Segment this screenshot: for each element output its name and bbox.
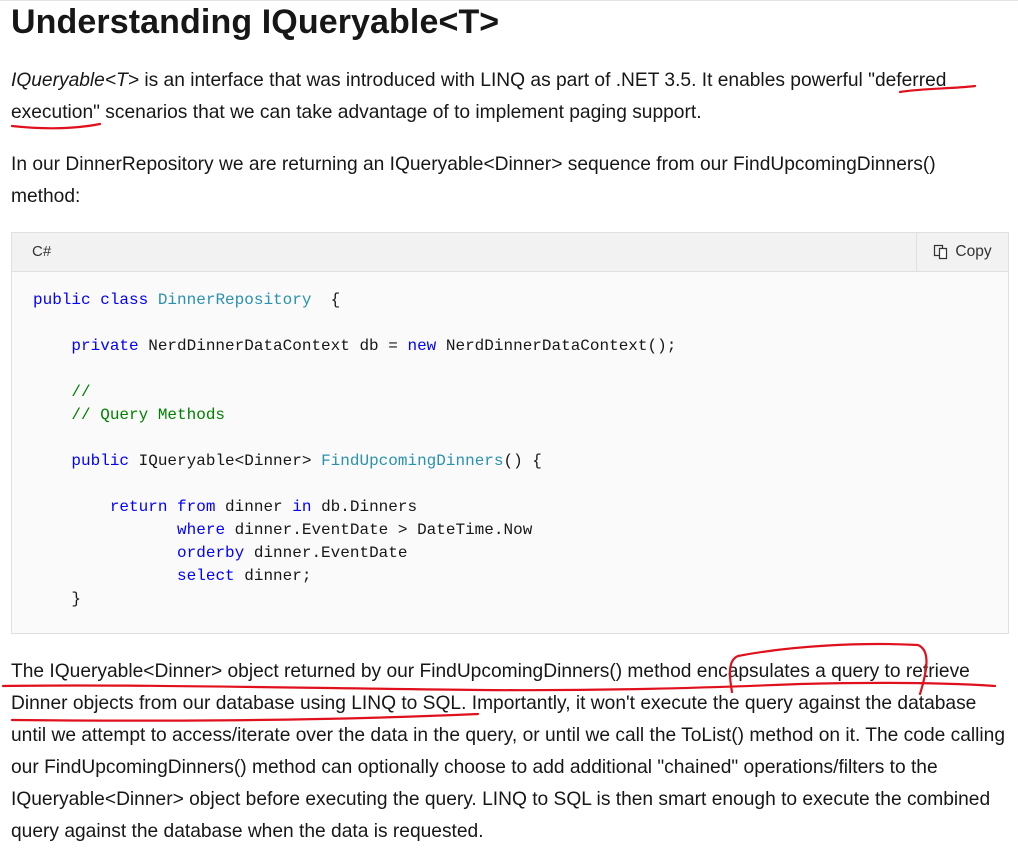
code-type: FindUpcomingDinners xyxy=(321,452,504,470)
code-header: C# Copy xyxy=(12,233,1008,272)
code-comment: // Query Methods xyxy=(71,406,226,424)
repository-paragraph: In our DinnerRepository we are returning… xyxy=(11,154,936,207)
top-divider xyxy=(0,0,1018,1)
code-line: orderby dinner.EventDate xyxy=(33,544,407,562)
copy-icon xyxy=(934,244,948,260)
code-text: NerdDinnerDataContext(); xyxy=(445,337,677,355)
code-text: dinner.EventDate > DateTime.Now xyxy=(234,521,533,539)
code-comment: // xyxy=(71,383,91,401)
code-keyword: in xyxy=(292,498,322,516)
code-keyword: public class xyxy=(33,291,158,309)
code-language-label: C# xyxy=(32,243,52,260)
explanation-part-4: Importantly, it won't execute the query … xyxy=(11,693,1006,842)
code-type: DinnerRepository xyxy=(157,291,312,309)
code-line: // xyxy=(33,383,91,401)
article-page: Understanding IQueryable<T> IQueryable<T… xyxy=(0,0,1018,861)
code-keyword: return from xyxy=(109,498,226,516)
code-line: return from dinner in db.Dinners xyxy=(33,498,417,516)
copy-label: Copy xyxy=(955,243,992,260)
explanation-part-1: The IQueryable<Dinner> object returned b… xyxy=(11,661,697,682)
code-line: public class DinnerRepository { xyxy=(33,291,340,309)
code-text: { xyxy=(311,291,341,309)
code-text: IQueryable<Dinner> xyxy=(138,452,322,470)
code-text: NerdDinnerDataContext db = xyxy=(148,337,408,355)
code-line: private NerdDinnerDataContext db = new N… xyxy=(33,337,676,355)
code-text: dinner.EventDate xyxy=(253,544,408,562)
code-line: where dinner.EventDate > DateTime.Now xyxy=(33,521,532,539)
code-line: // Query Methods xyxy=(33,406,225,424)
code-keyword: select xyxy=(177,567,245,585)
code-keyword: where xyxy=(177,521,235,539)
code-text: } xyxy=(33,590,82,608)
explanation-paragraph: The IQueryable<Dinner> object returned b… xyxy=(11,656,1015,848)
code-line: } xyxy=(33,590,81,608)
code-text: db.Dinners xyxy=(321,498,418,516)
intro-paragraph: IQueryable<T> is an interface that was i… xyxy=(11,65,996,129)
copy-button[interactable]: Copy xyxy=(916,233,1008,271)
intro-text-end: scenarios that we can take advantage of … xyxy=(99,102,702,123)
code-text: dinner; xyxy=(244,567,312,585)
page-title: Understanding IQueryable<T> xyxy=(11,3,500,41)
encapsulates-query-phrase: encapsulates a query xyxy=(696,661,880,682)
code-text: () { xyxy=(503,452,542,470)
code-block: C# Copy public class DinnerRepository { … xyxy=(11,232,1009,634)
code-keyword: private xyxy=(71,337,149,355)
code-line: select dinner; xyxy=(33,567,311,585)
code-listing: public class DinnerRepository { private … xyxy=(33,289,676,611)
code-keyword: new xyxy=(407,337,446,355)
code-text: dinner xyxy=(225,498,293,516)
iqueryable-term: IQueryable<T> xyxy=(11,70,139,91)
code-line: public IQueryable<Dinner> FindUpcomingDi… xyxy=(33,452,542,470)
code-keyword: public xyxy=(71,452,139,470)
intro-text: is an interface that was introduced with… xyxy=(139,70,869,91)
code-keyword: orderby xyxy=(177,544,254,562)
